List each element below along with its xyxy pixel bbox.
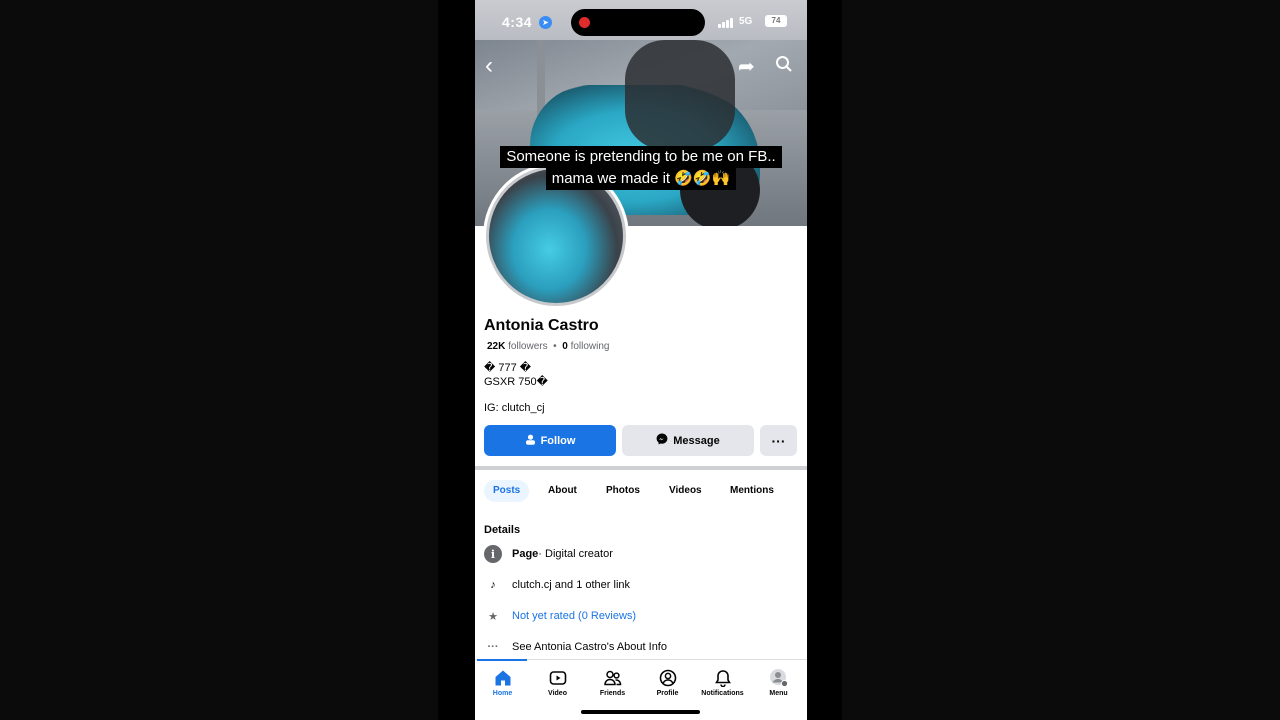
- follow-icon: [525, 434, 536, 448]
- more-options-button[interactable]: ···: [760, 425, 797, 456]
- recording-icon: [579, 17, 590, 28]
- letterbox-gap-left: [438, 0, 475, 720]
- letterbox-gap-right: [807, 0, 842, 720]
- follow-button[interactable]: Follow: [484, 425, 616, 456]
- following-label[interactable]: following: [571, 341, 610, 352]
- more-dots-icon: ···: [487, 641, 499, 653]
- cover-rider: [625, 40, 735, 150]
- nav-friends-label: Friends: [599, 690, 626, 697]
- messenger-icon: [656, 433, 668, 448]
- profile-name: Antonia Castro: [484, 317, 599, 334]
- profile-icon: [640, 666, 695, 688]
- dynamic-island: [571, 9, 705, 36]
- star-icon: ★: [488, 610, 498, 623]
- bell-icon: [695, 666, 750, 688]
- network-type: 5G: [739, 16, 753, 27]
- tiktok-icon: ♪: [490, 579, 496, 591]
- detail-rating[interactable]: ★ Not yet rated (0 Reviews): [484, 606, 636, 626]
- about-info-link[interactable]: See Antonia Castro's About Info: [512, 641, 667, 653]
- nav-menu[interactable]: Menu: [751, 666, 806, 697]
- following-count[interactable]: 0: [562, 341, 568, 352]
- message-button[interactable]: Message: [622, 425, 754, 456]
- caption-line-1: Someone is pretending to be me on FB..: [500, 146, 782, 168]
- details-heading: Details: [484, 524, 521, 536]
- followers-count[interactable]: 22K: [487, 341, 505, 352]
- status-bar: 4:34 ➤ 5G 74: [475, 0, 807, 40]
- message-label: Message: [673, 434, 720, 447]
- page-category: · Digital creator: [538, 548, 613, 560]
- signal-icon: [718, 18, 734, 28]
- tab-photos[interactable]: Photos: [597, 480, 649, 502]
- home-icon: [475, 666, 530, 688]
- status-time: 4:34: [502, 14, 533, 30]
- nav-video[interactable]: Video: [530, 666, 585, 697]
- nav-video-label: Video: [548, 690, 567, 697]
- screen: 4:34 ➤ 5G 74 ‹ ➦ Someone is pretending t…: [0, 0, 1280, 720]
- rating-link[interactable]: Not yet rated (0 Reviews): [512, 610, 636, 622]
- battery-icon: 74: [765, 15, 787, 27]
- follow-label: Follow: [540, 434, 576, 447]
- letterbox-right: [842, 0, 1280, 720]
- home-indicator[interactable]: [581, 710, 700, 714]
- links-text: clutch.cj and 1 other link: [512, 579, 631, 591]
- menu-avatar-icon: [751, 666, 806, 688]
- bio-line-2: GSXR 750�: [484, 376, 548, 388]
- nav-active-indicator: [477, 659, 527, 661]
- video-icon: [530, 666, 585, 688]
- video-caption: Someone is pretending to be me on FB.. m…: [475, 146, 807, 190]
- friends-icon: [585, 666, 640, 688]
- nav-home[interactable]: Home: [475, 666, 530, 697]
- profile-stats: 22K followers • 0 following: [487, 341, 610, 352]
- nav-friends[interactable]: Friends: [585, 666, 640, 697]
- section-divider: [475, 466, 807, 470]
- back-icon[interactable]: ‹: [485, 52, 493, 80]
- nav-menu-label: Menu: [769, 690, 788, 697]
- profile-tabs: Posts About Photos Videos Mentions: [484, 480, 804, 504]
- nav-notifications[interactable]: Notifications: [695, 666, 750, 697]
- caption-line-2: mama we made it 🤣🤣🙌: [545, 168, 737, 190]
- nav-profile[interactable]: Profile: [640, 666, 695, 697]
- tab-mentions[interactable]: Mentions: [721, 480, 783, 502]
- tab-about[interactable]: About: [539, 480, 586, 502]
- nav-home-label: Home: [492, 690, 513, 697]
- bio-line-3: IG: clutch_cj: [484, 402, 545, 414]
- info-icon: i: [484, 545, 502, 563]
- letterbox-left: [0, 0, 438, 720]
- detail-page-category: i Page · Digital creator: [484, 544, 613, 564]
- share-icon[interactable]: ➦: [738, 54, 755, 79]
- nav-profile-label: Profile: [656, 690, 679, 697]
- search-icon[interactable]: [775, 55, 793, 79]
- page-label: Page: [512, 548, 539, 560]
- detail-links[interactable]: ♪ clutch.cj and 1 other link: [484, 575, 630, 595]
- followers-label[interactable]: followers: [508, 341, 547, 352]
- detail-about-info[interactable]: ··· See Antonia Castro's About Info: [484, 637, 667, 657]
- location-icon: ➤: [539, 16, 552, 29]
- tab-posts[interactable]: Posts: [484, 480, 530, 502]
- phone-screen: 4:34 ➤ 5G 74 ‹ ➦ Someone is pretending t…: [475, 0, 807, 720]
- bio-line-1: � 777 �: [484, 362, 532, 374]
- nav-notifications-label: Notifications: [701, 690, 744, 697]
- tab-videos[interactable]: Videos: [660, 480, 711, 502]
